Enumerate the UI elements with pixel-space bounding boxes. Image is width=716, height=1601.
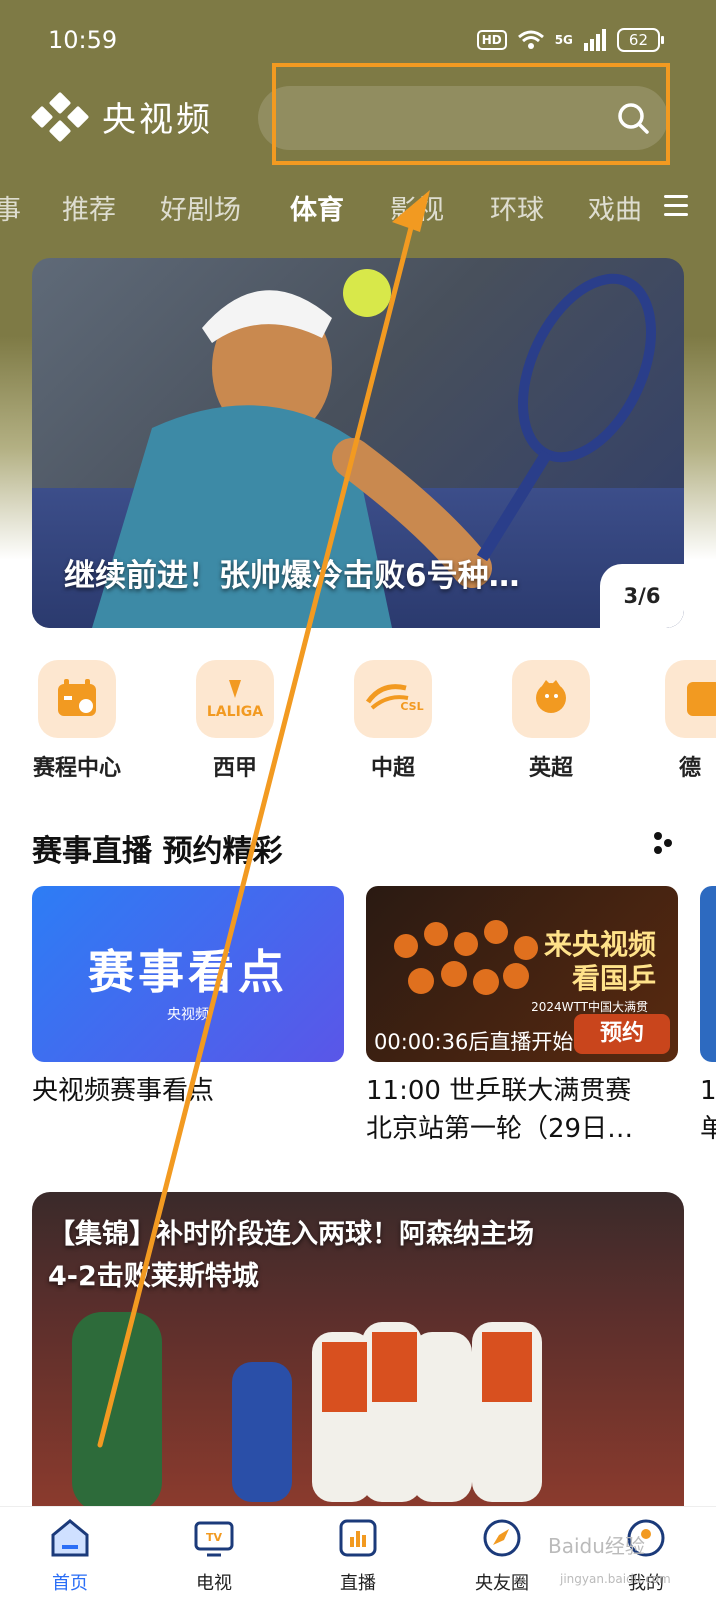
video-title-line: 4-2击败莱斯特城 xyxy=(48,1261,259,1292)
app-logo: 央视频 xyxy=(30,91,213,142)
tab-sports[interactable]: 体育 xyxy=(290,188,344,227)
nav-label: 央友圈 xyxy=(475,1573,529,1594)
tab-sports-event[interactable]: 事 xyxy=(0,188,21,227)
caption-line: 11:00 世乒联大满贯赛 xyxy=(366,1076,632,1106)
svg-text:TV: TV xyxy=(206,1531,223,1544)
more-icon[interactable] xyxy=(650,828,680,858)
banner-title: 继续前进！张帅爆冷击败6号种… xyxy=(64,558,520,594)
video-title-line: 【集锦】补时阶段连入两球！阿森纳主场 xyxy=(48,1219,534,1250)
bundesliga-icon xyxy=(665,660,716,738)
signal-label: 5G xyxy=(554,33,573,47)
svg-text:CSL: CSL xyxy=(400,700,423,713)
nav-tv[interactable]: TV 电视 xyxy=(164,1517,264,1595)
card-promo-text: 来央视频 看国乒 xyxy=(544,928,656,996)
category-schedule[interactable]: 赛程中心 xyxy=(27,660,127,782)
category-tabs: 事 推荐 好剧场 体育 影视 环球 戏曲 xyxy=(0,182,716,232)
hd-icon: HD xyxy=(476,30,507,50)
category-laliga[interactable]: LALIGA 西甲 xyxy=(185,660,285,782)
app-name: 央视频 xyxy=(102,100,213,140)
reserve-button[interactable]: 预约 xyxy=(574,1014,670,1054)
status-icons: HD 5G 62 xyxy=(476,28,665,52)
category-csl[interactable]: CSL 中超 xyxy=(343,660,443,782)
category-bundesliga[interactable]: 德 xyxy=(659,660,716,782)
card-big-text: 赛事看点 xyxy=(88,945,288,999)
hero-banner[interactable]: 继续前进！张帅爆冷击败6号种… 3/6 xyxy=(32,258,684,628)
category-label: 中超 xyxy=(370,756,415,781)
category-label: 赛程中心 xyxy=(32,756,121,781)
tab-global[interactable]: 环球 xyxy=(490,188,544,227)
csl-icon: CSL xyxy=(354,660,432,738)
video-title: 【集锦】补时阶段连入两球！阿森纳主场 4-2击败莱斯特城 xyxy=(48,1214,668,1298)
tab-film[interactable]: 影视 xyxy=(390,188,444,227)
category-label: 德 xyxy=(679,756,702,781)
card-caption: 1 单 xyxy=(700,1072,716,1148)
category-label: 英超 xyxy=(528,756,573,781)
nav-community[interactable]: 央友圈 xyxy=(452,1517,552,1595)
battery-indicator: 62 xyxy=(616,28,665,52)
watermark-logo: Baidu经验 xyxy=(548,1534,645,1558)
logo-icon xyxy=(30,91,90,142)
promo-line: 看国乒 xyxy=(571,962,656,995)
caption-line: 北京站第一轮（29日… xyxy=(366,1114,634,1144)
banner-page-indicator: 3/6 xyxy=(600,564,684,628)
card-caption: 11:00 世乒联大满贯赛 北京站第一轮（29日… xyxy=(366,1072,686,1148)
calendar-icon xyxy=(38,660,116,738)
live-card-table-tennis[interactable]: 来央视频 看国乒 2024WTT中国大满贯 00:00:36后直播开始 预约 xyxy=(366,886,678,1062)
tab-theater[interactable]: 好剧场 xyxy=(160,188,241,227)
highlight-video-card[interactable]: 【集锦】补时阶段连入两球！阿森纳主场 4-2击败莱斯特城 xyxy=(32,1192,684,1512)
caption-line: 央视频赛事看点 xyxy=(32,1076,215,1106)
caption-line: 单 xyxy=(700,1114,716,1144)
live-card-partial[interactable] xyxy=(700,886,716,1062)
wifi-icon xyxy=(517,30,544,49)
live-countdown: 00:00:36后直播开始 xyxy=(374,1030,574,1054)
menu-icon[interactable] xyxy=(664,195,688,217)
signal-icon xyxy=(583,29,606,51)
card-small-text: 央视频 xyxy=(167,1007,209,1023)
card-caption: 央视频赛事看点 xyxy=(32,1072,214,1110)
nav-home[interactable]: 首页 xyxy=(20,1517,120,1595)
laliga-icon: LALIGA xyxy=(196,660,274,738)
svg-text:LALIGA: LALIGA xyxy=(207,704,263,720)
section-title: 赛事直播 预约精彩 xyxy=(32,834,283,869)
search-highlight-box xyxy=(272,63,670,165)
category-premier-league[interactable]: 英超 xyxy=(501,660,601,782)
category-label: 西甲 xyxy=(212,756,257,781)
nav-label: 直播 xyxy=(340,1573,376,1594)
nav-label: 首页 xyxy=(52,1573,88,1594)
watermark-url: jingyan.baidu.com xyxy=(560,1572,671,1586)
nav-label: 电视 xyxy=(196,1573,232,1594)
compass-icon xyxy=(483,1519,521,1557)
tab-recommend[interactable]: 推荐 xyxy=(62,188,116,227)
status-time: 10:59 xyxy=(48,26,118,54)
live-card-highlights[interactable]: 赛事看点 央视频 xyxy=(32,886,344,1062)
nav-live[interactable]: 直播 xyxy=(308,1517,408,1595)
promo-line: 来央视频 xyxy=(543,928,656,961)
home-icon xyxy=(51,1519,89,1557)
card-sub-text: 2024WTT中国大满贯 xyxy=(531,1000,648,1014)
tv-icon: TV xyxy=(194,1521,234,1557)
caption-line: 1 xyxy=(700,1076,716,1106)
live-icon xyxy=(339,1519,377,1557)
premier-league-icon xyxy=(512,660,590,738)
tab-opera[interactable]: 戏曲 xyxy=(588,188,640,227)
